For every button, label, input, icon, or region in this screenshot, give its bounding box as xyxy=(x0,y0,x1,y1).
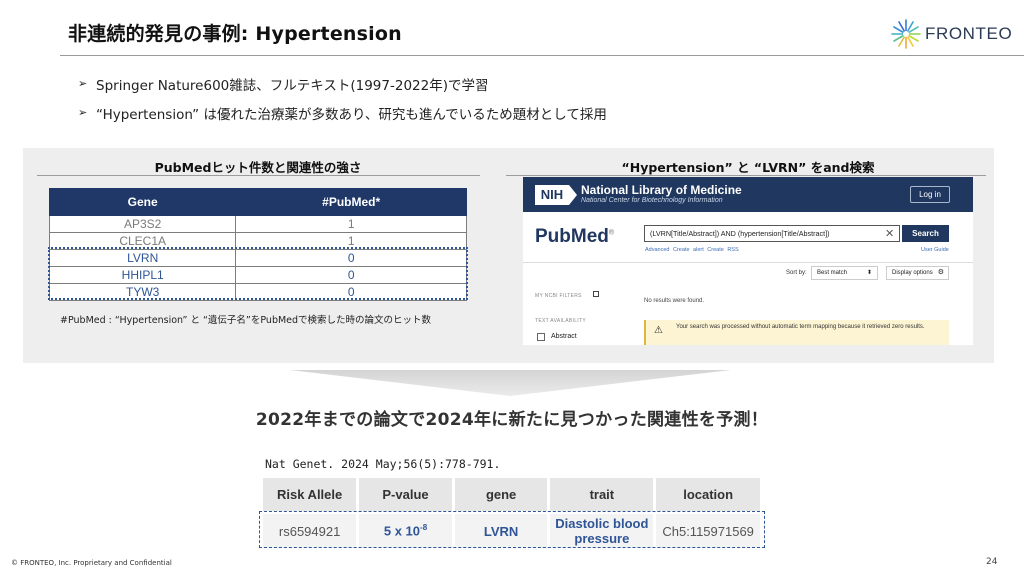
table-row: CLEC1A 1 xyxy=(48,232,467,250)
column-header-risk-allele: Risk Allele xyxy=(263,478,357,511)
alert-text: Your search was processed without automa… xyxy=(676,324,925,330)
nih-logo: NIH xyxy=(535,185,577,205)
location-cell: Ch5:115971569 xyxy=(656,514,760,548)
pubmed-screenshot: NIH National Library of Medicine Nationa… xyxy=(523,177,973,345)
column-header-p-value: P-value xyxy=(359,478,452,511)
text-availability-label: TEXT AVAILABILITY xyxy=(535,318,586,324)
warning-icon: ⚠ xyxy=(654,325,663,336)
p-value-cell: 5 x 10-8 xyxy=(359,514,452,548)
down-arrow-chevron-icon xyxy=(290,370,731,396)
bullet-list: ➢ Springer Nature600雑誌、フルテキスト(1997-2022年… xyxy=(78,72,607,130)
no-results-message: No results were found. xyxy=(644,298,705,304)
column-header-pubmed: #PubMed* xyxy=(235,188,467,216)
sort-label: Sort by: xyxy=(786,270,807,276)
bullet-arrow-icon: ➢ xyxy=(78,77,88,90)
advanced-link[interactable]: Advanced xyxy=(645,247,669,253)
abstract-filter-label: Abstract xyxy=(551,333,577,340)
table-row: TYW3 0 xyxy=(48,283,467,301)
gene-cell: LVRN xyxy=(48,249,237,267)
bullet-text: Springer Nature600雑誌、フルテキスト(1997-2022年)で… xyxy=(96,77,489,94)
table-header-row: Gene #PubMed* xyxy=(48,188,467,216)
gene-cell: LVRN xyxy=(454,514,548,548)
logo-text: FRONTEO xyxy=(925,24,1013,43)
pubmed-search-input[interactable]: (LVRN[Title/Abstract]) AND (hypertension… xyxy=(644,225,900,242)
left-section-title: PubMedヒット件数と関連性の強さ xyxy=(154,160,362,175)
search-warning-alert: ⚠ Your search was processed without auto… xyxy=(644,320,949,345)
gene-pubmed-table: Gene #PubMed* AP3S2 1 CLEC1A 1 LVRN 0 HH… xyxy=(48,188,467,301)
citation: Nat Genet. 2024 May;56(5):778-791. xyxy=(265,457,501,471)
display-options-button[interactable]: Display options ⚙ xyxy=(886,266,949,280)
bullet-arrow-icon: ➢ xyxy=(78,106,88,119)
my-ncbi-filters-label: MY NCBI FILTERS xyxy=(535,293,582,299)
table-row: HHIPL1 0 xyxy=(48,266,467,284)
risk-allele-table: Risk Allele P-value gene trait location … xyxy=(260,475,763,551)
abstract-checkbox[interactable] xyxy=(537,333,545,341)
pubmed-logo: PubMed® xyxy=(535,226,614,248)
column-header-gene: Gene xyxy=(48,188,237,216)
right-section-title: “Hypertension” と “LVRN” をand検索 xyxy=(621,160,875,175)
table-row: rs6594921 5 x 10-8 LVRN Diastolic blood p… xyxy=(263,514,760,548)
count-cell: 0 xyxy=(235,266,467,284)
registered-mark: ® xyxy=(608,229,615,237)
display-options-label: Display options xyxy=(892,270,933,276)
pubmed-search-button[interactable]: Search xyxy=(902,225,949,242)
trait-line: Diastolic blood xyxy=(555,516,649,531)
bullet-item: ➢ Springer Nature600雑誌、フルテキスト(1997-2022年… xyxy=(78,72,607,95)
slide-title: 非連続的発見の事例: Hypertension xyxy=(68,23,402,45)
trait-line: pressure xyxy=(574,531,630,546)
prediction-headline: 2022年までの論文で2024年に新たに見つかった関連性を予測！ xyxy=(255,410,769,430)
left-section-divider xyxy=(37,175,480,176)
nlm-subtitle: National Center for Biotechnology Inform… xyxy=(581,197,723,204)
column-header-location: location xyxy=(656,478,760,511)
gear-icon: ⚙ xyxy=(937,269,944,276)
p-value-exponent: -8 xyxy=(420,523,428,533)
fronteo-logo: FRONTEO xyxy=(890,18,1015,50)
column-header-trait: trait xyxy=(550,478,654,511)
login-button[interactable]: Log in xyxy=(910,186,950,203)
trait-cell: Diastolic blood pressure xyxy=(550,514,654,548)
gene-cell: CLEC1A xyxy=(48,232,237,250)
title-divider xyxy=(60,55,1024,56)
right-section-divider xyxy=(506,175,986,176)
slide: 非連続的発見の事例: Hypertension FRONTEO ➢ Spring… xyxy=(0,0,1024,577)
gene-cell: TYW3 xyxy=(48,283,237,301)
bullet-text: “Hypertension” は優れた治療薬が多数あり、研究も進んでいるため題材… xyxy=(96,106,607,123)
risk-table-header-row: Risk Allele P-value gene trait location xyxy=(263,478,760,511)
copyright-notice: © FRONTEO, Inc. Proprietary and Confiden… xyxy=(11,559,172,567)
select-arrows-icon: ⬍ xyxy=(866,270,872,276)
count-cell: 1 xyxy=(235,232,467,250)
sort-value: Best match xyxy=(817,270,848,276)
p-value-base: 5 x 10 xyxy=(383,523,421,539)
count-cell: 0 xyxy=(235,249,467,267)
count-cell: 0 xyxy=(235,283,467,301)
nlm-header-bar: NIH National Library of Medicine Nationa… xyxy=(523,177,973,212)
create-rss-link[interactable]: Create RSS xyxy=(707,247,738,253)
pubmed-divider xyxy=(523,262,973,263)
starburst-icon xyxy=(891,19,921,49)
nlm-title: National Library of Medicine xyxy=(581,183,742,197)
search-links: Advanced Create alert Create RSS xyxy=(645,247,739,253)
bullet-item: ➢ “Hypertension” は優れた治療薬が多数あり、研究も進んでいるため… xyxy=(78,101,607,124)
pubmed-logo-text: PubMed xyxy=(535,226,609,247)
gene-cell: HHIPL1 xyxy=(48,266,237,284)
page-number: 24 xyxy=(986,557,998,567)
table-row: AP3S2 1 xyxy=(48,215,467,233)
user-guide-link[interactable]: User Guide xyxy=(921,247,949,253)
risk-allele-cell: rs6594921 xyxy=(263,514,357,548)
create-alert-link[interactable]: Create alert xyxy=(673,247,704,253)
column-header-gene: gene xyxy=(454,478,548,511)
table-footnote: #PubMed : “Hypertension” と “遺伝子名”をPubMed… xyxy=(60,315,432,326)
external-link-icon[interactable] xyxy=(593,291,599,297)
gene-cell: AP3S2 xyxy=(48,215,237,233)
sort-select[interactable]: Best match ⬍ xyxy=(811,266,878,280)
table-row: LVRN 0 xyxy=(48,249,467,267)
count-cell: 1 xyxy=(235,215,467,233)
clear-search-icon[interactable]: ✕ xyxy=(885,225,894,242)
